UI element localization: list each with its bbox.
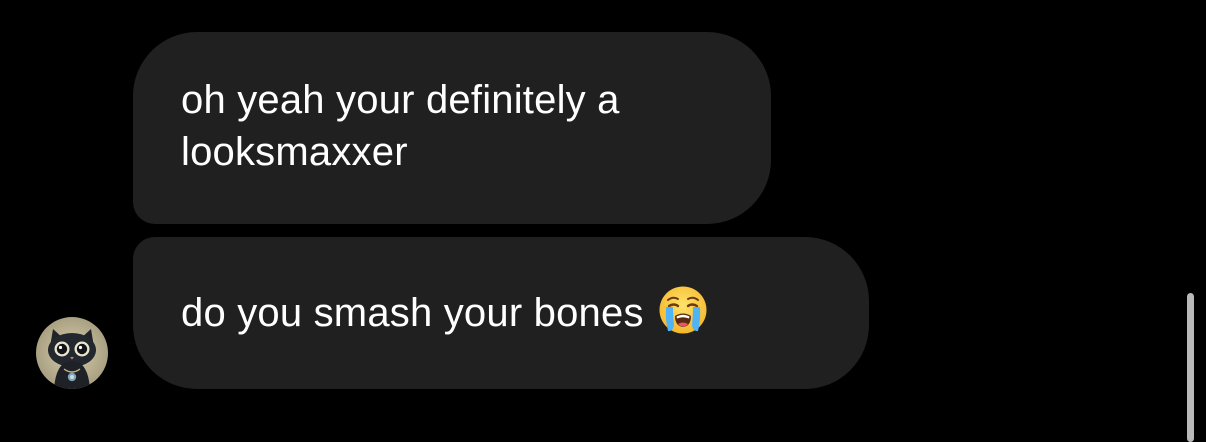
loudly-crying-face-icon xyxy=(658,285,708,335)
black-cat-avatar-icon xyxy=(36,317,108,389)
message-bubble[interactable]: do you smash your bones xyxy=(133,237,869,389)
message-text: oh yeah your definitely a looksmaxxer xyxy=(181,78,631,174)
message-text: do you smash your bones xyxy=(181,291,644,335)
avatar[interactable] xyxy=(36,317,108,389)
scrollbar[interactable] xyxy=(1187,293,1194,442)
message-bubble[interactable]: oh yeah your definitely a looksmaxxer xyxy=(133,32,771,224)
